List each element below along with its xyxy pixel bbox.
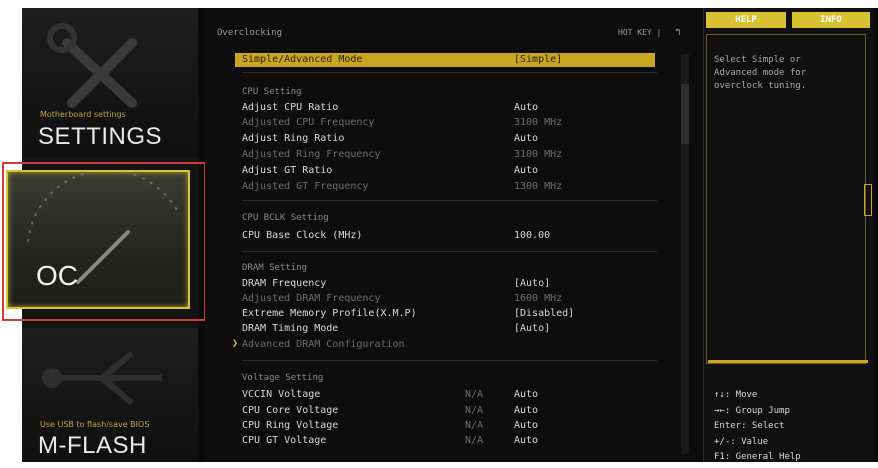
row-adjusted-dram-frequency: Adjusted DRAM Frequency 1600 MHz — [242, 293, 563, 304]
scrollbar-thumb[interactable] — [681, 84, 689, 144]
section-cpu-bclk-setting: CPU BCLK Setting — [242, 213, 329, 223]
row-cpu-core-voltage[interactable]: CPU Core Voltage N/A Auto — [217, 404, 657, 418]
row-cpu-gt-voltage[interactable]: CPU GT Voltage N/A Auto — [217, 434, 657, 448]
annotation-highlight-box — [2, 162, 206, 321]
row-simple-advanced-mode[interactable]: Simple/Advanced Mode [Simple] — [235, 53, 655, 67]
row-dram-frequency[interactable]: DRAM Frequency [Auto] — [217, 277, 657, 291]
help-panel: HELP INFO Select Simple or Advanced mode… — [703, 8, 874, 462]
panel-scroll-indicator — [864, 184, 872, 216]
hotkey-label: HOT KEY | — [618, 28, 662, 37]
tab-help[interactable]: HELP — [706, 12, 786, 28]
settings-subtitle: Motherboard settings — [40, 110, 126, 119]
row-cpu-base-clock[interactable]: CPU Base Clock (MHz) 100.00 — [217, 229, 657, 243]
section-dram-setting: DRAM Setting — [242, 263, 308, 273]
help-text: Select Simple or Advanced mode for overc… — [714, 55, 807, 91]
breadcrumb: Overclocking — [217, 28, 283, 38]
row-adjusted-gt-frequency: Adjusted GT Frequency 1300 MHz — [242, 181, 563, 192]
list-scrollbar[interactable] — [681, 54, 689, 454]
back-icon[interactable]: ↰ — [675, 27, 681, 38]
row-adjust-ring-ratio[interactable]: Adjust Ring Ratio Auto — [217, 132, 657, 146]
row-adjusted-cpu-frequency: Adjusted CPU Frequency 3100 MHz — [242, 117, 563, 128]
tab-info[interactable]: INFO — [792, 12, 870, 28]
settings-list-panel: Overclocking HOT KEY | ↰ Simple/Advanced… — [205, 8, 695, 462]
row-vccin-voltage[interactable]: VCCIN Voltage N/A Auto — [217, 388, 657, 402]
settings-title: SETTINGS — [38, 123, 163, 150]
section-cpu-setting: CPU Setting — [242, 87, 302, 97]
row-advanced-dram-configuration[interactable]: ❯ Advanced DRAM Configuration — [217, 338, 657, 352]
row-adjusted-ring-frequency: Adjusted Ring Frequency 3100 MHz — [242, 149, 563, 160]
row-extreme-memory-profile[interactable]: Extreme Memory Profile(X.M.P) [Disabled] — [217, 307, 657, 321]
row-adjust-cpu-ratio[interactable]: Adjust CPU Ratio Auto — [217, 101, 657, 115]
mflash-tile[interactable]: Use USB to flash/save BIOS M-FLASH — [22, 328, 198, 462]
section-voltage-setting: Voltage Setting — [242, 373, 324, 383]
divider — [708, 360, 868, 363]
submenu-arrow-icon: ❯ — [232, 338, 239, 349]
mflash-title: M-FLASH — [38, 432, 147, 459]
mflash-subtitle: Use USB to flash/save BIOS — [40, 420, 150, 429]
row-cpu-ring-voltage[interactable]: CPU Ring Voltage N/A Auto — [217, 419, 657, 433]
row-adjust-gt-ratio[interactable]: Adjust GT Ratio Auto — [217, 164, 657, 178]
settings-tile[interactable]: Motherboard settings SETTINGS — [22, 8, 198, 158]
key-legend: ↑↓: Move →←: Group Jump Enter: Select +/… — [714, 390, 801, 462]
row-dram-timing-mode[interactable]: DRAM Timing Mode [Auto] — [217, 322, 657, 336]
